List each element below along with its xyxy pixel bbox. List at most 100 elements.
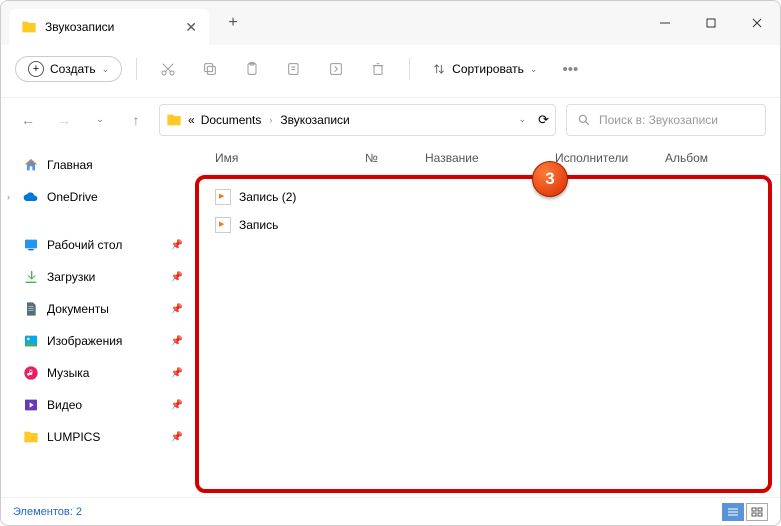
view-toggles [722, 503, 768, 521]
content: Главная › OneDrive Рабочий стол 📌 Загруз… [1, 141, 780, 497]
sidebar-item-label: LUMPICS [47, 430, 100, 444]
breadcrumb-prefix: « [188, 113, 195, 127]
refresh-button[interactable]: ⟳ [538, 112, 549, 128]
active-tab[interactable]: Звукозаписи ✕ [9, 9, 209, 45]
create-label: Создать [50, 62, 96, 76]
folder-icon [23, 429, 39, 445]
file-item[interactable]: Запись (2) [195, 183, 780, 211]
pin-icon: 📌 [171, 336, 183, 347]
tab-title: Звукозаписи [45, 20, 114, 34]
cloud-icon [23, 189, 39, 205]
sidebar-item-videos[interactable]: Видео 📌 [1, 389, 195, 421]
more-button[interactable]: ••• [553, 52, 587, 86]
pin-icon: 📌 [171, 368, 183, 379]
sidebar-item-downloads[interactable]: Загрузки 📌 [1, 261, 195, 293]
col-num[interactable]: № [365, 151, 425, 165]
create-button[interactable]: + Создать ⌄ [15, 56, 122, 82]
file-item[interactable]: Запись [195, 211, 780, 239]
music-icon [23, 365, 39, 381]
document-icon [23, 301, 39, 317]
chevron-right-icon: › [269, 115, 272, 125]
sidebar-item-label: Рабочий стол [47, 238, 122, 252]
sidebar-item-label: Видео [47, 398, 82, 412]
sidebar: Главная › OneDrive Рабочий стол 📌 Загруз… [1, 141, 195, 497]
audio-file-icon [215, 189, 231, 205]
sidebar-item-onedrive[interactable]: › OneDrive [1, 181, 195, 213]
sidebar-item-label: Изображения [47, 334, 122, 348]
status-bar: Элементов: 2 [1, 497, 780, 525]
download-icon [23, 269, 39, 285]
breadcrumb-current[interactable]: Звукозаписи [280, 113, 349, 127]
folder-icon [166, 112, 182, 128]
chevron-right-icon[interactable]: › [7, 192, 10, 202]
delete-button[interactable] [361, 52, 395, 86]
share-button[interactable] [319, 52, 353, 86]
back-button[interactable]: ← [15, 107, 41, 133]
sidebar-item-music[interactable]: Музыка 📌 [1, 357, 195, 389]
column-headers: Имя № Название Исполнители Альбом [195, 141, 780, 175]
plus-icon: + [28, 61, 44, 77]
chevron-down-icon: ⌄ [530, 64, 538, 75]
desktop-icon [23, 237, 39, 253]
search-placeholder: Поиск в: Звукозаписи [599, 113, 718, 127]
col-name[interactable]: Имя [215, 151, 365, 165]
pin-icon: 📌 [171, 240, 183, 251]
pin-icon: 📌 [171, 304, 183, 315]
sidebar-item-label: Главная [47, 158, 93, 172]
address-bar: ← → ⌄ ↑ « Documents › Звукозаписи ⌄ ⟳ По… [1, 97, 780, 141]
search-box[interactable]: Поиск в: Звукозаписи [566, 104, 766, 136]
pin-icon: 📌 [171, 432, 183, 443]
col-title[interactable]: Название [425, 151, 555, 165]
sidebar-item-home[interactable]: Главная [1, 149, 195, 181]
recent-button[interactable]: ⌄ [87, 107, 113, 133]
maximize-button[interactable] [688, 7, 734, 39]
new-tab-button[interactable]: + [217, 7, 249, 39]
file-list[interactable]: Запись (2) Запись [195, 175, 780, 247]
cut-button[interactable] [151, 52, 185, 86]
view-details-button[interactable] [722, 503, 744, 521]
close-tab-icon[interactable]: ✕ [185, 19, 197, 36]
view-icons-button[interactable] [746, 503, 768, 521]
col-album[interactable]: Альбом [665, 151, 708, 165]
col-artist[interactable]: Исполнители [555, 151, 665, 165]
sidebar-item-label: OneDrive [47, 190, 98, 204]
pin-icon: 📌 [171, 272, 183, 283]
rename-button[interactable] [277, 52, 311, 86]
sidebar-item-label: Загрузки [47, 270, 95, 284]
window-controls [642, 7, 780, 39]
chevron-down-icon[interactable]: ⌄ [519, 114, 527, 125]
sidebar-item-lumpics[interactable]: LUMPICS 📌 [1, 421, 195, 453]
separator [409, 58, 410, 80]
home-icon [23, 157, 39, 173]
breadcrumb-parent[interactable]: Documents [201, 113, 262, 127]
chevron-down-icon: ⌄ [102, 64, 110, 75]
pictures-icon [23, 333, 39, 349]
pin-icon: 📌 [171, 400, 183, 411]
sidebar-item-documents[interactable]: Документы 📌 [1, 293, 195, 325]
separator [136, 58, 137, 80]
minimize-button[interactable] [642, 7, 688, 39]
file-name: Запись [239, 218, 278, 232]
video-icon [23, 397, 39, 413]
file-name: Запись (2) [239, 190, 296, 204]
sidebar-item-label: Музыка [47, 366, 89, 380]
sort-icon [432, 62, 446, 76]
main-panel: Имя № Название Исполнители Альбом Запись… [195, 141, 780, 497]
search-icon [577, 113, 591, 127]
titlebar: Звукозаписи ✕ + [1, 1, 780, 45]
sidebar-item-pictures[interactable]: Изображения 📌 [1, 325, 195, 357]
toolbar: + Создать ⌄ Сортировать ⌄ ••• [1, 45, 780, 93]
paste-button[interactable] [235, 52, 269, 86]
sidebar-item-desktop[interactable]: Рабочий стол 📌 [1, 229, 195, 261]
up-button[interactable]: ↑ [123, 107, 149, 133]
sidebar-item-label: Документы [47, 302, 109, 316]
sort-button[interactable]: Сортировать ⌄ [424, 58, 545, 80]
forward-button[interactable]: → [51, 107, 77, 133]
sort-label: Сортировать [452, 62, 524, 76]
audio-file-icon [215, 217, 231, 233]
item-count: Элементов: 2 [13, 506, 82, 518]
close-window-button[interactable] [734, 7, 780, 39]
copy-button[interactable] [193, 52, 227, 86]
folder-icon [21, 19, 37, 35]
address-box[interactable]: « Documents › Звукозаписи ⌄ ⟳ [159, 104, 556, 136]
